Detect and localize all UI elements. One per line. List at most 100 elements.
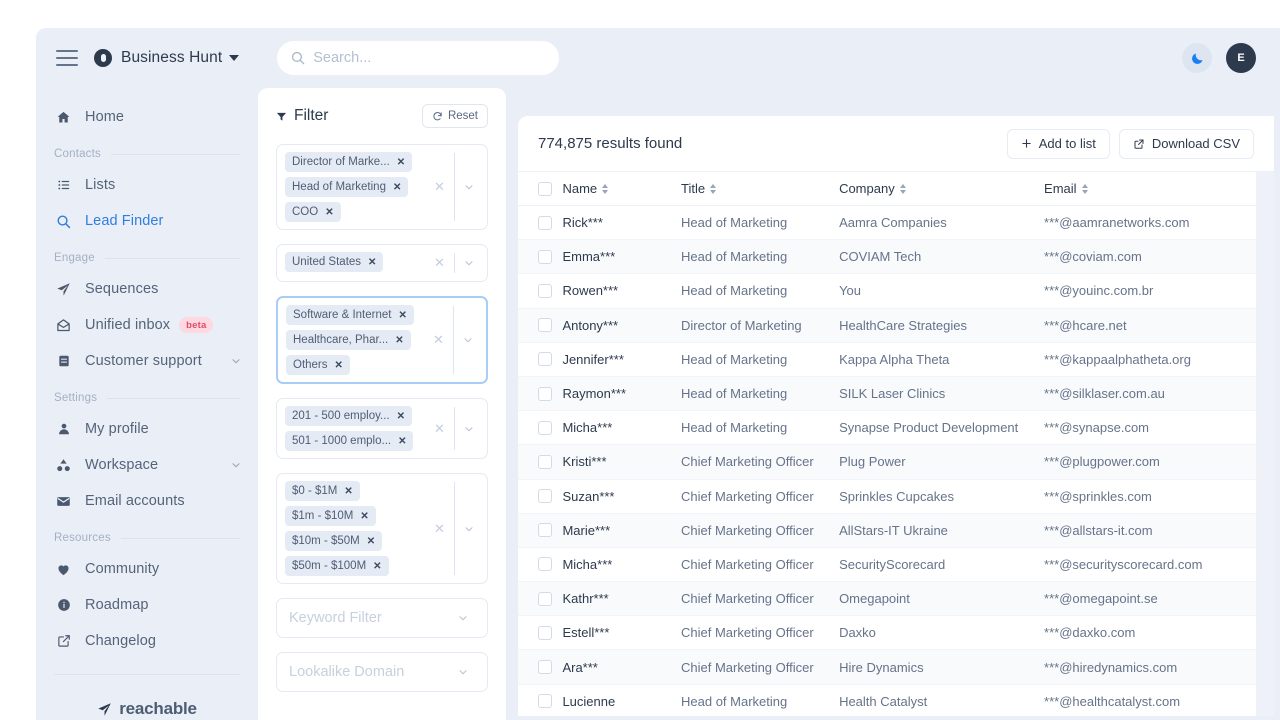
remove-tag-icon[interactable]: ✕: [398, 310, 406, 321]
sort-icon[interactable]: [1082, 184, 1088, 194]
search-box[interactable]: [277, 41, 559, 75]
remove-tag-icon[interactable]: ✕: [335, 360, 343, 371]
table-row[interactable]: Ara***Chief Marketing OfficerHire Dynami…: [518, 650, 1274, 684]
sort-icon[interactable]: [900, 184, 906, 194]
row-checkbox[interactable]: [538, 216, 552, 230]
sort-icon[interactable]: [710, 184, 716, 194]
clear-filter-icon[interactable]: ✕: [426, 255, 454, 271]
sidebar-item-sequences[interactable]: Sequences: [36, 272, 258, 306]
row-checkbox[interactable]: [538, 284, 552, 298]
sidebar-item-lists[interactable]: Lists: [36, 168, 258, 202]
table-row[interactable]: Kristi***Chief Marketing OfficerPlug Pow…: [518, 445, 1274, 479]
filter-group-5[interactable]: Keyword Filter: [276, 598, 488, 638]
remove-tag-icon[interactable]: ✕: [395, 335, 403, 346]
row-checkbox[interactable]: [538, 352, 552, 366]
table-row[interactable]: Marie***Chief Marketing OfficerAllStars-…: [518, 513, 1274, 547]
filter-group-0[interactable]: Director of Marke...✕Head of Marketing✕C…: [276, 144, 488, 230]
row-checkbox[interactable]: [538, 387, 552, 401]
table-row[interactable]: Estell***Chief Marketing OfficerDaxko***…: [518, 616, 1274, 650]
remove-tag-icon[interactable]: ✕: [397, 157, 405, 168]
table-row[interactable]: Jennifer***Head of MarketingKappa Alpha …: [518, 342, 1274, 376]
sidebar-item-home[interactable]: Home: [36, 100, 258, 134]
horizontal-scroll-edge[interactable]: [1256, 171, 1274, 716]
row-checkbox[interactable]: [538, 455, 552, 469]
table-row[interactable]: Micha***Chief Marketing OfficerSecurityS…: [518, 547, 1274, 581]
row-checkbox[interactable]: [538, 592, 552, 606]
chevron-down-icon[interactable]: [230, 355, 242, 367]
sort-icon[interactable]: [602, 184, 608, 194]
select-all-checkbox[interactable]: [538, 182, 552, 196]
filter-tag: 201 - 500 employ...✕: [285, 406, 412, 426]
workspace-switcher[interactable]: Business Hunt: [94, 49, 239, 67]
row-checkbox[interactable]: [538, 250, 552, 264]
row-checkbox[interactable]: [538, 660, 552, 674]
table-row[interactable]: Rick***Head of MarketingAamra Companies*…: [518, 206, 1274, 240]
remove-tag-icon[interactable]: ✕: [344, 486, 352, 497]
filter-group-1[interactable]: United States✕✕: [276, 244, 488, 282]
sidebar-item-email-accounts[interactable]: Email accounts: [36, 484, 258, 518]
remove-tag-icon[interactable]: ✕: [393, 182, 401, 193]
clear-filter-icon[interactable]: ✕: [425, 332, 453, 348]
chevron-down-icon[interactable]: [455, 257, 483, 269]
filter-tag-label: Head of Marketing: [292, 181, 386, 193]
row-checkbox[interactable]: [538, 523, 552, 537]
column-header-email[interactable]: Email: [1044, 172, 1274, 206]
search-input[interactable]: [313, 50, 533, 66]
sidebar-item-my-profile[interactable]: My profile: [36, 412, 258, 446]
column-header-company[interactable]: Company: [839, 172, 1044, 206]
clear-filter-icon[interactable]: ✕: [426, 521, 454, 537]
avatar[interactable]: E: [1226, 43, 1256, 73]
sidebar-item-lead-finder[interactable]: Lead Finder: [36, 204, 258, 238]
table-row[interactable]: Emma***Head of MarketingCOVIAM Tech***@c…: [518, 240, 1274, 274]
remove-tag-icon[interactable]: ✕: [397, 411, 405, 422]
column-header-name[interactable]: Name: [562, 172, 681, 206]
filter-group-2[interactable]: Software & Internet✕Healthcare, Phar...✕…: [276, 296, 488, 384]
caret-down-icon[interactable]: [229, 55, 239, 61]
filter-group-4[interactable]: $0 - $1M✕$1m - $10M✕$10m - $50M✕$50m - $…: [276, 473, 488, 584]
table-row[interactable]: Antony***Director of MarketingHealthCare…: [518, 308, 1274, 342]
clear-filter-icon[interactable]: ✕: [426, 179, 454, 195]
sidebar-item-workspace[interactable]: Workspace: [36, 448, 258, 482]
sidebar-item-unified-inbox[interactable]: Unified inboxbeta: [36, 308, 258, 342]
chevron-down-icon[interactable]: [230, 459, 242, 471]
column-header-title[interactable]: Title: [681, 172, 839, 206]
table-row[interactable]: Kathr***Chief Marketing OfficerOmegapoin…: [518, 582, 1274, 616]
chevron-down-icon[interactable]: [454, 334, 482, 346]
chevron-down-icon[interactable]: [455, 181, 483, 193]
row-checkbox[interactable]: [538, 489, 552, 503]
add-to-list-button[interactable]: Add to list: [1007, 129, 1110, 159]
row-checkbox[interactable]: [538, 626, 552, 640]
remove-tag-icon[interactable]: ✕: [373, 561, 381, 572]
table-row[interactable]: Suzan***Chief Marketing OfficerSprinkles…: [518, 479, 1274, 513]
row-checkbox[interactable]: [538, 318, 552, 332]
table-row[interactable]: Micha***Head of MarketingSynapse Product…: [518, 411, 1274, 445]
hamburger-icon[interactable]: [56, 50, 78, 66]
table-row[interactable]: LucienneHead of MarketingHealth Catalyst…: [518, 684, 1274, 716]
chevron-down-icon[interactable]: [449, 666, 477, 678]
search-icon: [291, 51, 305, 65]
filter-group-6[interactable]: Lookalike Domain: [276, 652, 488, 692]
row-checkbox[interactable]: [538, 557, 552, 571]
remove-tag-icon[interactable]: ✕: [360, 511, 368, 522]
table-row[interactable]: Raymon***Head of MarketingSILK Laser Cli…: [518, 376, 1274, 410]
sidebar-item-roadmap[interactable]: Roadmap: [36, 588, 258, 622]
table-row[interactable]: Rowen***Head of MarketingYou***@youinc.c…: [518, 274, 1274, 308]
chevron-down-icon[interactable]: [455, 423, 483, 435]
sidebar-item-changelog[interactable]: Changelog: [36, 624, 258, 658]
row-checkbox[interactable]: [538, 421, 552, 435]
remove-tag-icon[interactable]: ✕: [398, 436, 406, 447]
theme-toggle-button[interactable]: [1182, 43, 1212, 73]
send-icon: [54, 282, 73, 297]
chevron-down-icon[interactable]: [449, 612, 477, 624]
clear-filter-icon[interactable]: ✕: [426, 421, 454, 437]
row-checkbox[interactable]: [538, 694, 552, 708]
sidebar-item-community[interactable]: Community: [36, 552, 258, 586]
reset-button[interactable]: Reset: [422, 104, 488, 128]
chevron-down-icon[interactable]: [455, 523, 483, 535]
remove-tag-icon[interactable]: ✕: [367, 536, 375, 547]
download-csv-button[interactable]: Download CSV: [1119, 129, 1254, 159]
sidebar-item-customer-support[interactable]: Customer support: [36, 344, 258, 378]
remove-tag-icon[interactable]: ✕: [368, 257, 376, 268]
remove-tag-icon[interactable]: ✕: [325, 207, 333, 218]
filter-group-3[interactable]: 201 - 500 employ...✕501 - 1000 emplo...✕…: [276, 398, 488, 459]
